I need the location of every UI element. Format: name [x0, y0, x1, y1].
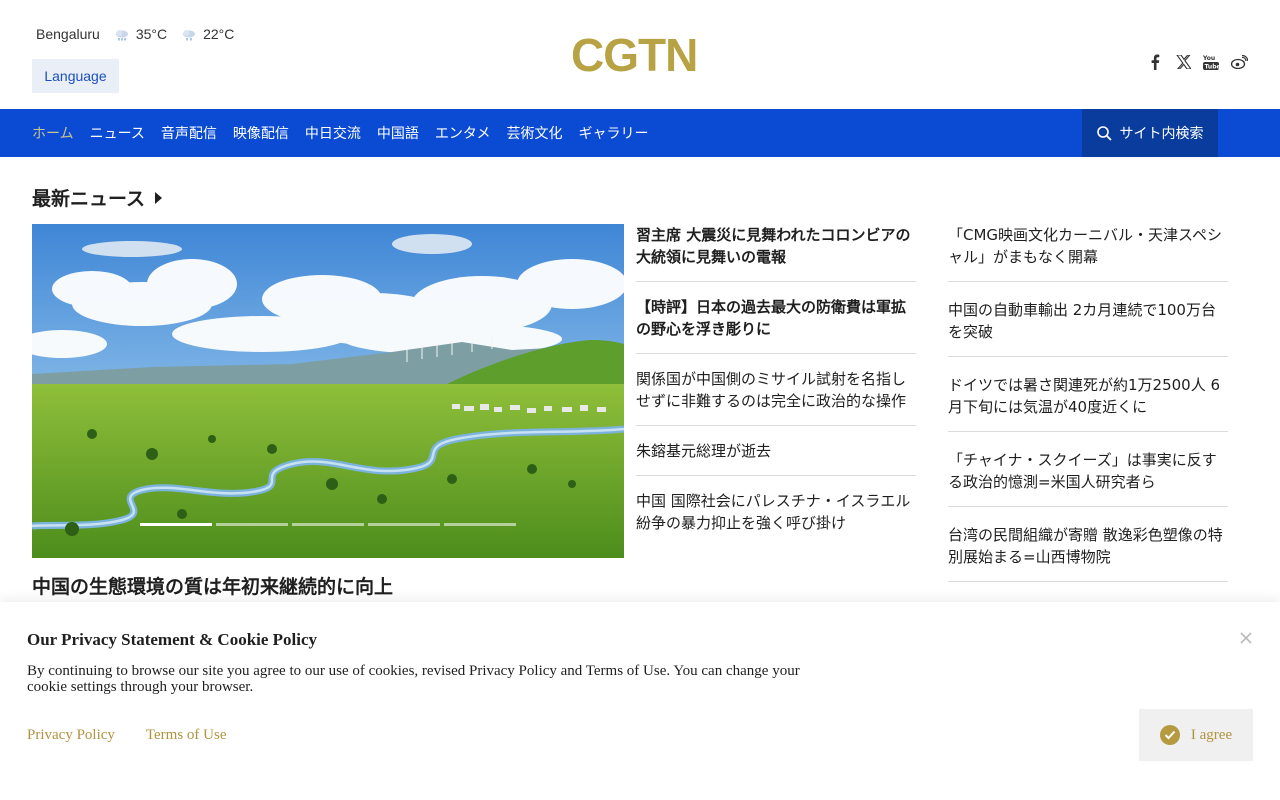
- nav-item-gallery[interactable]: ギャラリー: [579, 123, 649, 143]
- news-item[interactable]: 中国 国際社会にパレスチナ・イスラエル紛争の暴力抑止を強く呼び掛け: [636, 490, 916, 547]
- carousel-dot[interactable]: [368, 523, 440, 526]
- carousel-dot[interactable]: [140, 523, 212, 526]
- weather-temp-low: 22°C: [203, 26, 235, 42]
- weather-city: Bengaluru: [36, 26, 100, 42]
- news-item[interactable]: 朱鎔基元総理が逝去: [636, 440, 916, 476]
- carousel-dots: [140, 523, 516, 526]
- hero-image: [32, 224, 624, 558]
- privacy-policy-link[interactable]: Privacy Policy: [27, 727, 115, 744]
- news-item[interactable]: 習主席 大震災に見舞われたコロンビアの大統領に見舞いの電報: [636, 224, 916, 282]
- nav-item-video[interactable]: 映像配信: [233, 123, 289, 143]
- section-title[interactable]: 最新ニュース: [32, 184, 163, 211]
- facebook-icon[interactable]: [1146, 53, 1164, 71]
- weather-widget: Bengaluru 35°C 22°C: [36, 26, 248, 42]
- news-item[interactable]: 【時評】日本の過去最大の防衛費は軍拡の野心を浮き彫りに: [636, 296, 916, 354]
- nav-item-home[interactable]: ホーム: [32, 123, 74, 143]
- hero-caption[interactable]: 中国の生態環境の質は年初来継続的に向上: [32, 572, 393, 599]
- nav-items: ホーム ニュース 音声配信 映像配信 中日交流 中国語 エンタメ 芸術文化 ギャ…: [32, 109, 665, 157]
- caret-right-icon: [155, 191, 163, 204]
- x-icon[interactable]: [1174, 53, 1192, 71]
- check-circle-icon: [1159, 725, 1180, 745]
- nav-item-news[interactable]: ニュース: [90, 123, 145, 143]
- news-item[interactable]: 台湾の民間組織が寄贈 散逸彩色塑像の特別展始まる=山西博物院: [948, 524, 1228, 582]
- news-item[interactable]: ドイツでは暑さ関連死が約1万2500人 6月下旬には気温が40度近くに: [948, 374, 1228, 432]
- carousel-dot[interactable]: [216, 523, 288, 526]
- agree-button[interactable]: I agree: [1139, 709, 1253, 761]
- search-icon: [1096, 125, 1112, 141]
- close-icon[interactable]: [1238, 630, 1254, 646]
- hero-carousel[interactable]: [32, 224, 624, 558]
- svg-text:Tube: Tube: [1205, 64, 1220, 71]
- nav-item-entertainment[interactable]: エンタメ: [435, 123, 491, 143]
- rain-cloud-icon: [181, 28, 197, 41]
- news-list-middle: 習主席 大震災に見舞われたコロンビアの大統領に見舞いの電報 【時評】日本の過去最…: [636, 224, 916, 561]
- news-list-right: 「CMG映画文化カーニバル・天津スペシャル」がまもなく開幕 中国の自動車輸出 2…: [948, 224, 1228, 599]
- carousel-dot[interactable]: [292, 523, 364, 526]
- nav-item-china-japan[interactable]: 中日交流: [305, 123, 361, 143]
- svg-text:You: You: [1203, 55, 1215, 62]
- cookie-banner: Our Privacy Statement & Cookie Policy By…: [0, 602, 1280, 800]
- site-search-button[interactable]: サイト内検索: [1082, 109, 1218, 157]
- nav-item-arts-culture[interactable]: 芸術文化: [507, 123, 563, 143]
- language-button[interactable]: Language: [32, 59, 119, 93]
- weibo-icon[interactable]: [1230, 53, 1248, 71]
- youtube-icon[interactable]: You Tube: [1202, 53, 1220, 71]
- weather-temp-high: 35°C: [135, 26, 168, 42]
- social-links: You Tube: [1146, 53, 1248, 71]
- news-item[interactable]: 関係国が中国側のミサイル試射を名指しせずに非難するのは完全に政治的な操作: [636, 368, 916, 426]
- section-title-label: 最新ニュース: [32, 188, 146, 210]
- cookie-title: Our Privacy Statement & Cookie Policy: [27, 630, 318, 649]
- carousel-dot[interactable]: [444, 523, 516, 526]
- cookie-text: By continuing to browse our site you agr…: [27, 663, 800, 695]
- rain-cloud-icon: [114, 28, 130, 41]
- cgtn-logo[interactable]: CGTN: [571, 28, 698, 82]
- nav-item-chinese[interactable]: 中国語: [377, 123, 419, 143]
- news-item[interactable]: 中国の自動車輸出 2カ月連続で100万台を突破: [948, 299, 1228, 357]
- agree-label: I agree: [1190, 726, 1233, 743]
- news-item[interactable]: 「CMG映画文化カーニバル・天津スペシャル」がまもなく開幕: [948, 224, 1228, 282]
- main-nav: ホーム ニュース 音声配信 映像配信 中日交流 中国語 エンタメ 芸術文化 ギャ…: [0, 109, 1280, 157]
- terms-of-use-link[interactable]: Terms of Use: [146, 727, 227, 744]
- site-search-label: サイト内検索: [1119, 126, 1204, 142]
- site-header: Bengaluru 35°C 22°C Language CGTN You Tub…: [0, 0, 1280, 109]
- news-item[interactable]: 「チャイナ・スクイーズ」は事実に反する政治的憶測=米国人研究者ら: [948, 449, 1228, 507]
- cookie-links: Privacy Policy Terms of Use: [27, 727, 227, 744]
- nav-item-audio[interactable]: 音声配信: [161, 123, 217, 143]
